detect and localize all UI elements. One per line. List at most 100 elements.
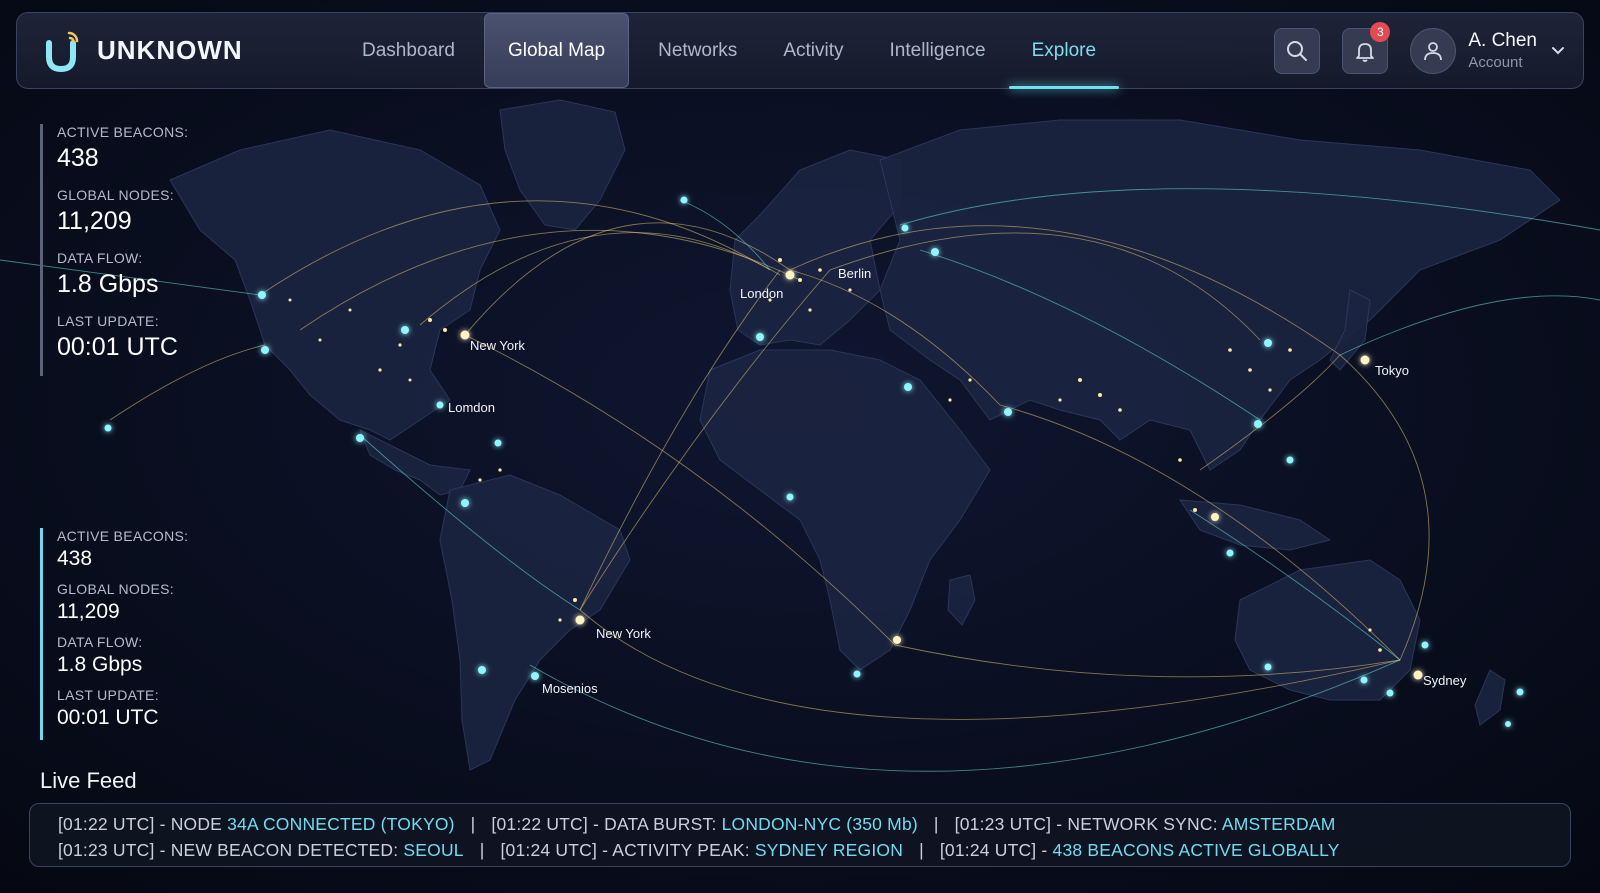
nav-networks[interactable]: Networks [635,13,760,88]
beacon[interactable] [1254,420,1262,428]
beacon[interactable] [461,499,469,507]
feed-entry: [01:23 UTC] - NEW BEACON DETECTED: SEOUL [58,839,464,860]
stat-label: GLOBAL NODES: [57,187,174,203]
feed-line: [01:22 UTC] - NODE 34A CONNECTED (TOKYO)… [58,811,1570,837]
feed-entry: [01:22 UTC] - DATA BURST: LONDON-NYC (35… [491,813,918,834]
map-label-london: London [740,286,783,301]
nav-intelligence[interactable]: Intelligence [867,13,1009,88]
beacon[interactable] [436,401,444,409]
stat-value: 00:01 UTC [57,333,178,361]
avatar[interactable] [1410,27,1457,74]
beacon[interactable] [1004,408,1012,416]
user-icon [1424,41,1443,60]
feed-separator: | [470,813,476,834]
account-subtitle: Account [1468,54,1523,71]
beacon[interactable] [1360,355,1370,365]
world-map[interactable]: London Berlin New York Lomdon Tokyo New … [0,0,1600,893]
nav-activity[interactable]: Activity [760,13,866,88]
account-menu[interactable]: A. Chen Account [1468,30,1537,71]
stat-value: 438 [57,144,99,172]
search-icon [1287,40,1308,61]
stat-last-update: LAST UPDATE: 00:01 UTC [57,687,188,730]
feed-line: [01:23 UTC] - NEW BEACON DETECTED: SEOUL… [58,837,1570,863]
map-label-lomdon: Lomdon [448,400,495,415]
beacon[interactable] [460,330,470,340]
beacon[interactable] [680,196,688,204]
u-signal-logo-icon [43,29,83,73]
beacon[interactable] [1386,689,1394,697]
stat-label: ACTIVE BEACONS: [57,124,189,140]
stat-global-nodes: GLOBAL NODES: 11,209 [57,581,188,624]
stats-panel-secondary: ACTIVE BEACONS: 438 GLOBAL NODES: 11,209… [40,528,188,740]
beacon[interactable] [1286,456,1294,464]
nav-global-map[interactable]: Global Map [483,13,630,88]
top-navigation-bar: UNKNOWN Dashboard Global Map Networks Ac… [16,12,1584,89]
beacon[interactable] [1421,641,1429,649]
beacon[interactable] [258,291,266,299]
stat-label: GLOBAL NODES: [57,581,174,597]
stat-active-beacons: ACTIVE BEACONS: 438 [57,124,188,173]
chevron-down-icon[interactable] [1551,46,1565,56]
map-label-new-york: New York [470,338,525,353]
nav-dashboard[interactable]: Dashboard [339,13,478,88]
beacon[interactable] [401,326,409,334]
notification-count-badge: 3 [1370,21,1391,42]
feed-separator: | [933,813,939,834]
toolbar: 3 A. Chen Account [1274,13,1565,88]
map-label-mosenios: Mosenios [542,681,598,696]
beacon[interactable] [531,672,539,680]
map-label-new-york-sa: New York [596,626,651,641]
beacon[interactable] [1413,670,1423,680]
beacon[interactable] [1516,688,1524,696]
beacon[interactable] [893,636,901,644]
beacon[interactable] [1226,549,1234,557]
beacon[interactable] [356,434,364,442]
beacon[interactable] [785,270,795,280]
beacon[interactable] [1505,721,1511,727]
live-feed-ticker[interactable]: [01:22 UTC] - NODE 34A CONNECTED (TOKYO)… [29,803,1571,867]
stat-label: LAST UPDATE: [57,313,159,329]
stats-panel-primary: ACTIVE BEACONS: 438 GLOBAL NODES: 11,209… [40,124,188,376]
beacon[interactable] [1264,663,1272,671]
notifications-button[interactable]: 3 [1342,21,1391,74]
beacon[interactable] [478,666,486,674]
feed-separator: | [479,839,485,860]
feed-entry: [01:24 UTC] - ACTIVITY PEAK: SYDNEY REGI… [500,839,904,860]
stat-label: LAST UPDATE: [57,687,159,703]
beacon[interactable] [1264,339,1272,347]
stat-global-nodes: GLOBAL NODES: 11,209 [57,187,188,236]
map-label-berlin: Berlin [838,266,871,281]
brand-name: UNKNOWN [97,35,243,65]
bell-icon [1356,42,1375,62]
stat-value: 438 [57,547,93,570]
beacon[interactable] [904,383,912,391]
stat-label: DATA FLOW: [57,634,143,650]
beacon[interactable] [853,670,861,678]
live-feed-title: Live Feed [40,768,137,793]
beacon[interactable] [575,615,585,625]
stat-active-beacons: ACTIVE BEACONS: 438 [57,528,188,571]
map-label-tokyo: Tokyo [1375,363,1409,378]
beacon[interactable] [756,333,764,341]
beacon[interactable] [1211,513,1219,521]
beacon[interactable] [261,346,269,354]
stat-value: 11,209 [57,600,120,623]
feed-entry: [01:24 UTC] - 438 BEACONS ACTIVE GLOBALL… [939,839,1340,860]
stat-value: 1.8 Gbps [57,653,143,676]
beacon[interactable] [104,424,112,432]
beacon[interactable] [494,439,502,447]
stat-data-flow: DATA FLOW: 1.8 Gbps [57,250,188,299]
map-label-sydney: Sydney [1423,673,1467,688]
search-button[interactable] [1274,27,1321,74]
stat-last-update: LAST UPDATE: 00:01 UTC [57,313,188,362]
stat-data-flow: DATA FLOW: 1.8 Gbps [57,634,188,677]
feed-entry: [01:23 UTC] - NETWORK SYNC: AMSTERDAM [954,813,1336,834]
beacon[interactable] [931,248,939,256]
stat-value: 11,209 [57,207,132,235]
beacon[interactable] [901,224,909,232]
brand[interactable]: UNKNOWN [43,29,313,73]
beacon[interactable] [786,493,794,501]
beacon[interactable] [1360,676,1368,684]
stat-label: ACTIVE BEACONS: [57,528,189,544]
nav-explore[interactable]: Explore [1008,13,1120,89]
